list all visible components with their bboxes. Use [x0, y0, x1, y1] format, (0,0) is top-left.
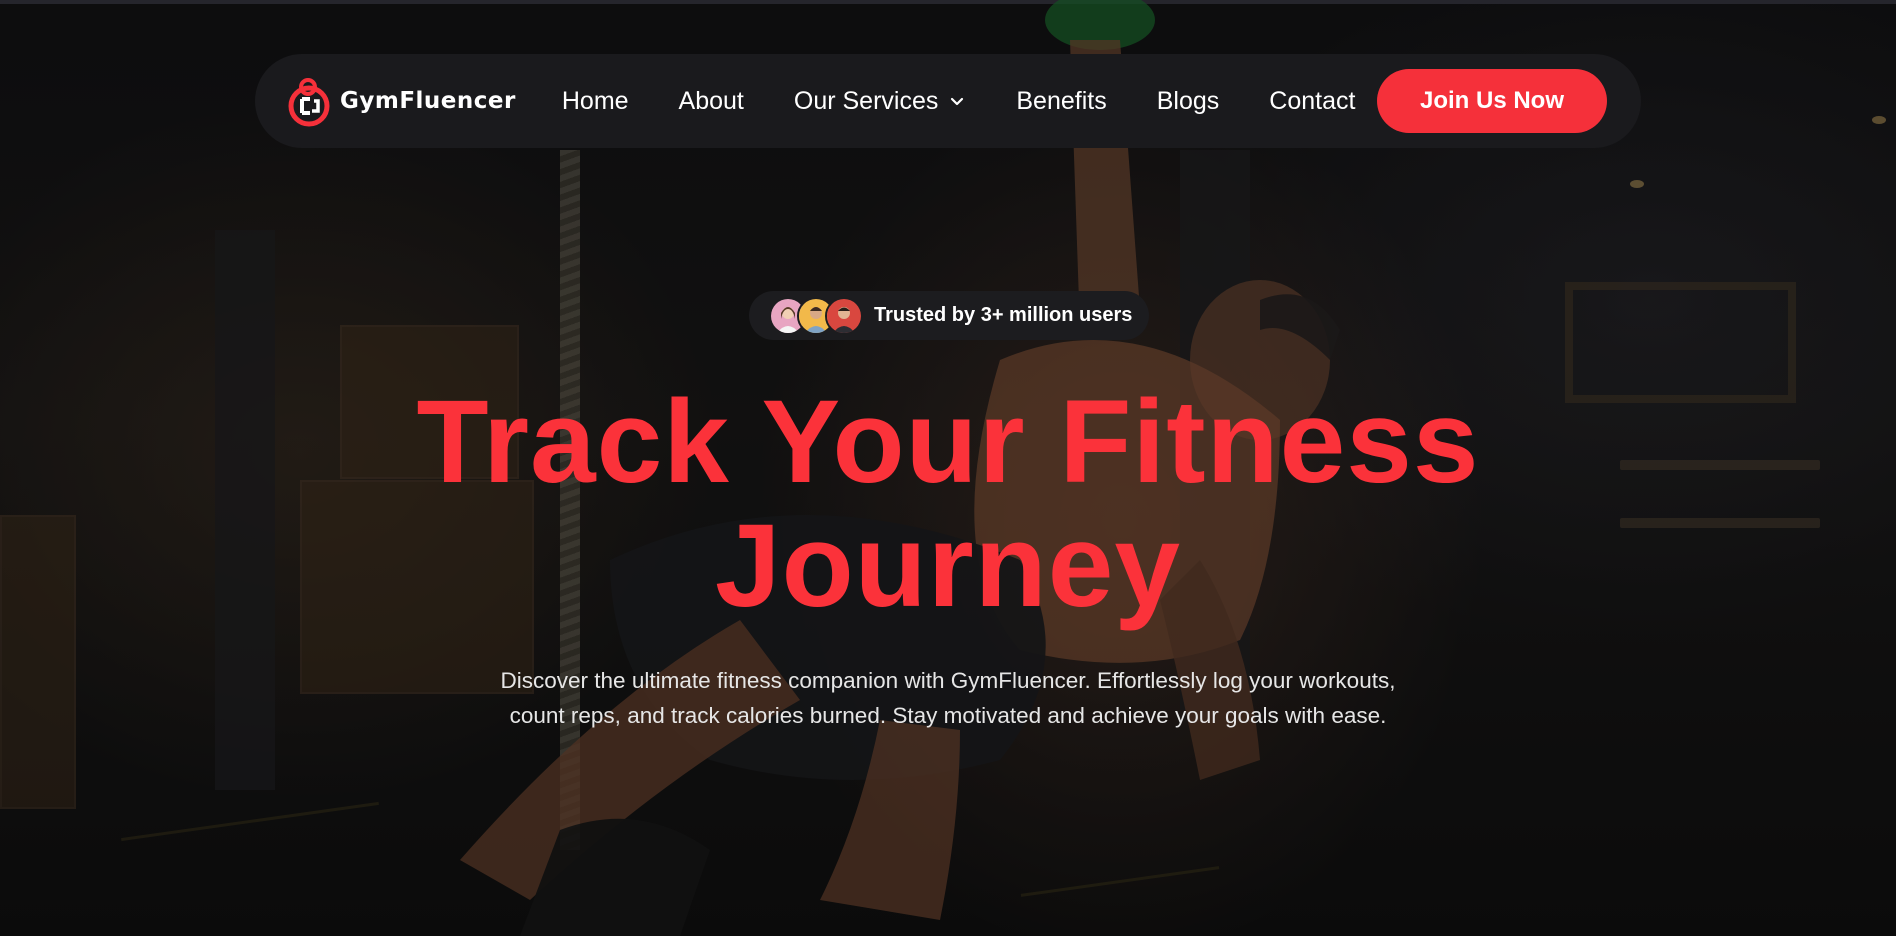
trusted-text: Trusted by 3+ million users	[874, 304, 1133, 326]
hero-headline-line-1: Track Your Fitness	[416, 376, 1480, 508]
brand-name: GymFluencer	[340, 88, 516, 114]
nav-links: Home About Our Services Benefits Blogs C…	[562, 87, 1356, 116]
brand-logo[interactable]: GymFluencer	[288, 75, 516, 127]
nav-link-blogs[interactable]: Blogs	[1157, 87, 1220, 116]
hero-description-line-2: count reps, and track calories burned. S…	[509, 703, 1387, 728]
nav-link-home[interactable]: Home	[562, 87, 629, 116]
nav-link-contact[interactable]: Contact	[1269, 87, 1355, 116]
hero-headline: Track Your Fitness Journey	[0, 380, 1896, 628]
nav-link-about[interactable]: About	[679, 87, 744, 116]
nav-link-benefits[interactable]: Benefits	[1016, 87, 1106, 116]
hero-description: Discover the ultimate fitness companion …	[0, 663, 1896, 733]
avatar	[825, 296, 863, 335]
chevron-down-icon	[951, 97, 964, 106]
trusted-badge: Trusted by 3+ million users	[749, 291, 1149, 340]
nav-link-our-services-label: Our Services	[793, 86, 939, 115]
join-us-now-button[interactable]: Join Us Now	[1377, 69, 1607, 133]
hero-description-line-1: Discover the ultimate fitness companion …	[500, 668, 1396, 693]
main-navbar: GymFluencer Home About Our Services Bene…	[255, 54, 1641, 148]
user-avatars	[769, 296, 863, 335]
gymfluencer-logo-icon	[288, 78, 330, 127]
nav-link-our-services[interactable]: Our Services	[794, 87, 966, 116]
hero-section: GymFluencer Home About Our Services Bene…	[0, 0, 1896, 936]
hero-headline-line-2: Journey	[714, 500, 1182, 632]
